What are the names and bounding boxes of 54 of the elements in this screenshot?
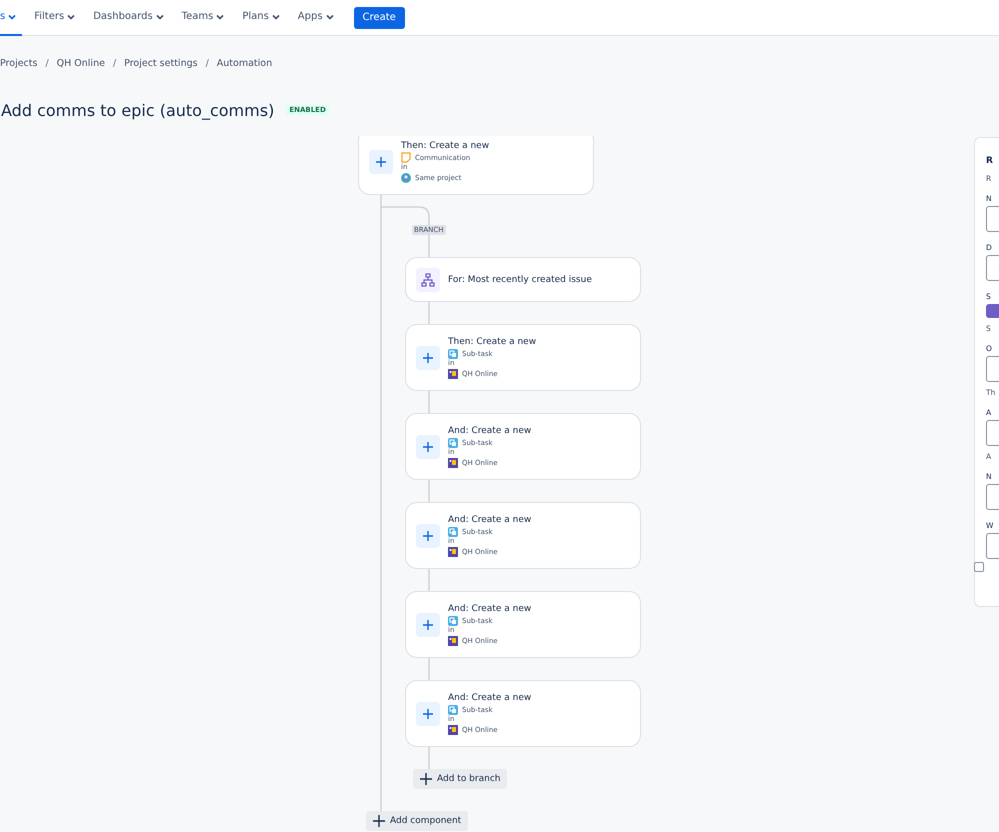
create-button[interactable]: Create [354,6,405,28]
for-card[interactable]: For: Most recently created issue [405,257,641,302]
chevron-down-icon [216,14,224,20]
chevron-down-icon [67,14,76,20]
checkbox[interactable] [974,562,984,572]
add-component-button[interactable]: Add component [366,811,468,831]
plus-icon [416,346,440,370]
card-title: And: Create a new [448,692,532,704]
card-title: Then: Create a new [448,336,536,348]
project-avatar-icon [448,724,458,734]
breadcrumb-link[interactable]: Project settings [124,58,198,69]
plus-icon [369,150,393,174]
subtask-icon [448,704,458,714]
chevron-down-icon [8,14,16,20]
globe-icon [401,172,411,182]
breadcrumb-link[interactable]: Automation [216,58,272,69]
subtask-icon [448,616,458,626]
breadcrumb-separator: / [45,58,49,69]
chevron-down-icon [156,14,164,20]
project-avatar-icon [448,636,458,646]
nav-menu[interactable]: s [0,0,22,36]
plus-icon [416,524,440,548]
nav-menu[interactable]: Plans [236,0,286,36]
project-avatar-icon [448,368,458,378]
nav-menu[interactable]: Apps [292,0,340,36]
plus-icon [416,612,440,636]
nav-menu[interactable]: Teams [176,0,230,36]
project-avatar-icon [448,458,458,468]
card-title: And: Create a new [448,603,532,615]
plus-icon [416,434,440,458]
rule-title: Add comms to epic (auto_comms) [1,100,274,120]
subtask-icon [448,348,458,358]
card-title: For: Most recently created issue [448,274,592,284]
document-icon [401,152,411,163]
nav-menu[interactable]: Dashboards [87,0,170,36]
project-avatar-icon [448,546,458,556]
hierarchy-icon [416,268,440,292]
nav-menu[interactable]: Filters [28,0,82,36]
plus-icon [416,702,440,726]
plus-icon [373,815,385,827]
card-title: And: Create a new [448,514,532,526]
plus-icon [420,773,432,785]
panel-heading: R [986,156,994,166]
card-title: Then: Create a new [401,140,490,152]
chevron-down-icon [326,14,334,20]
breadcrumb-separator: / [206,58,209,69]
subtask-icon [448,438,458,448]
breadcrumb-link[interactable]: Projects [0,58,38,69]
add-to-branch-button[interactable]: Add to branch [413,769,508,789]
breadcrumb-separator: / [112,58,116,69]
chevron-down-icon [272,14,280,20]
subtask-icon [448,526,458,536]
card-title: And: Create a new [448,425,532,437]
breadcrumb-link[interactable]: QH Online [56,58,105,69]
